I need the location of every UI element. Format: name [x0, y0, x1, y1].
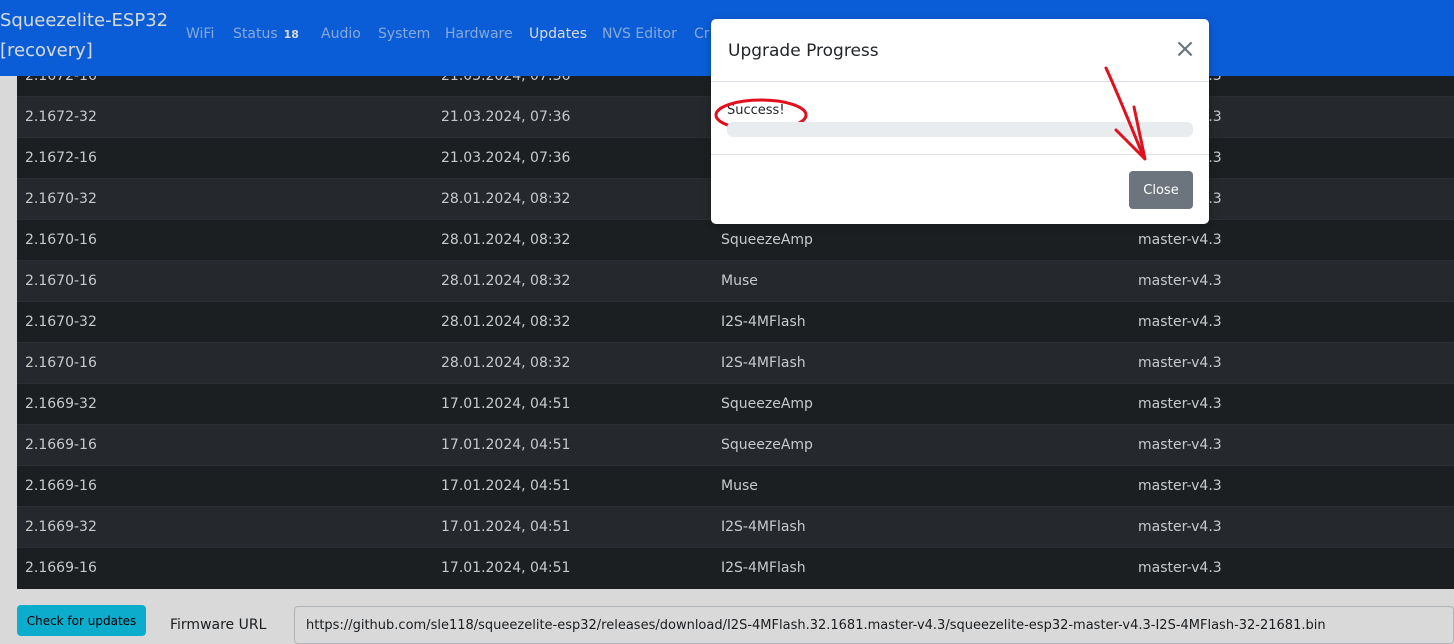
close-icon[interactable]: ×	[1173, 36, 1197, 62]
annotation-arrow	[1104, 66, 1147, 161]
close-button[interactable]: Close	[1129, 171, 1193, 209]
modal-title: Upgrade Progress	[728, 41, 879, 61]
